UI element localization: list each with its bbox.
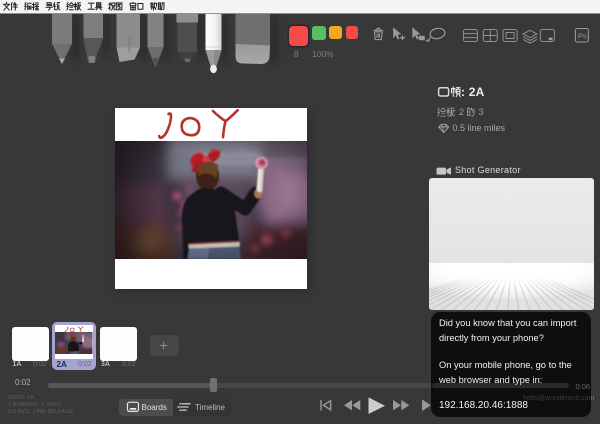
svg-text:PASTEL: PASTEL [127,36,132,53]
svg-text:Ps: Ps [578,32,587,41]
